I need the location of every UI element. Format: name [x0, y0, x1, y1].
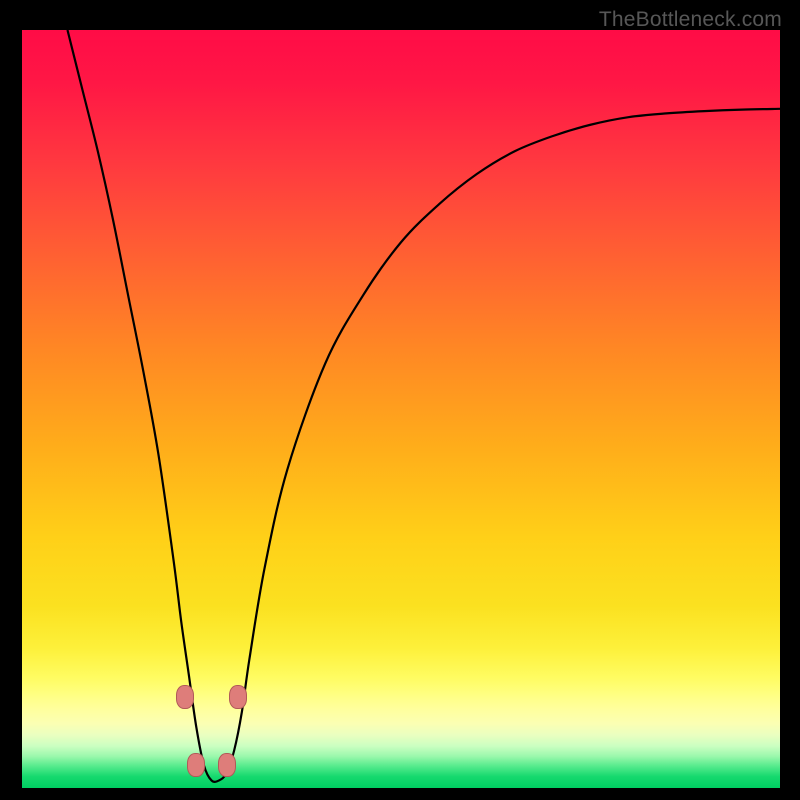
bottleneck-curve: [22, 30, 780, 788]
watermark-label: TheBottleneck.com: [599, 8, 782, 32]
curve-marker-1: [187, 753, 205, 777]
curve-marker-2: [218, 753, 236, 777]
curve-marker-0: [176, 685, 194, 709]
curve-marker-3: [229, 685, 247, 709]
plot-area: [22, 30, 780, 788]
